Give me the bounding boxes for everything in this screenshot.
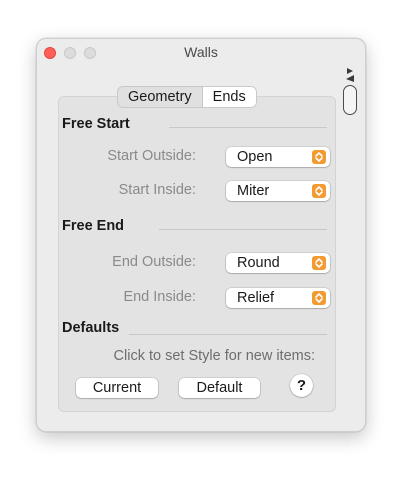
separator: [129, 334, 327, 335]
start-inside-popup[interactable]: Miter: [226, 181, 330, 201]
end-outside-label: End Outside:: [112, 254, 196, 270]
end-outside-value: Round: [237, 255, 280, 271]
start-outside-label: Start Outside:: [107, 148, 196, 164]
separator: [169, 127, 327, 128]
free-end-title: Free End: [62, 218, 125, 234]
tab-geometry[interactable]: Geometry: [118, 87, 202, 107]
chevron-updown-icon: [312, 256, 326, 270]
walls-window: Walls Free Start Start Outside: Open Sta…: [36, 38, 366, 432]
window-title: Walls: [184, 44, 218, 60]
scroll-handle[interactable]: [343, 85, 357, 115]
default-button[interactable]: Default: [179, 378, 260, 398]
chevron-updown-icon: [312, 150, 326, 164]
ends-panel: Free Start Start Outside: Open Start Ins…: [58, 96, 336, 412]
start-outside-value: Open: [237, 149, 273, 165]
current-button[interactable]: Current: [76, 378, 158, 398]
defaults-title: Defaults: [62, 320, 120, 336]
chevron-updown-icon: [312, 184, 326, 198]
end-inside-label: End Inside:: [123, 289, 196, 305]
pin-icon[interactable]: [338, 65, 360, 85]
tab-ends[interactable]: Ends: [201, 87, 256, 107]
free-start-title: Free Start: [62, 116, 130, 132]
start-outside-popup[interactable]: Open: [226, 147, 330, 167]
start-inside-label: Start Inside:: [118, 182, 196, 198]
separator: [159, 229, 327, 230]
help-icon[interactable]: ?: [290, 374, 313, 397]
chevron-updown-icon: [312, 291, 326, 305]
defaults-hint: Click to set Style for new items:: [113, 348, 315, 364]
end-outside-popup[interactable]: Round: [226, 253, 330, 273]
start-inside-value: Miter: [237, 183, 270, 199]
title-bar[interactable]: Walls: [37, 39, 365, 65]
end-inside-popup[interactable]: Relief: [226, 288, 330, 308]
end-inside-value: Relief: [237, 290, 275, 306]
segmented-tabs: Geometry Ends: [117, 86, 257, 108]
